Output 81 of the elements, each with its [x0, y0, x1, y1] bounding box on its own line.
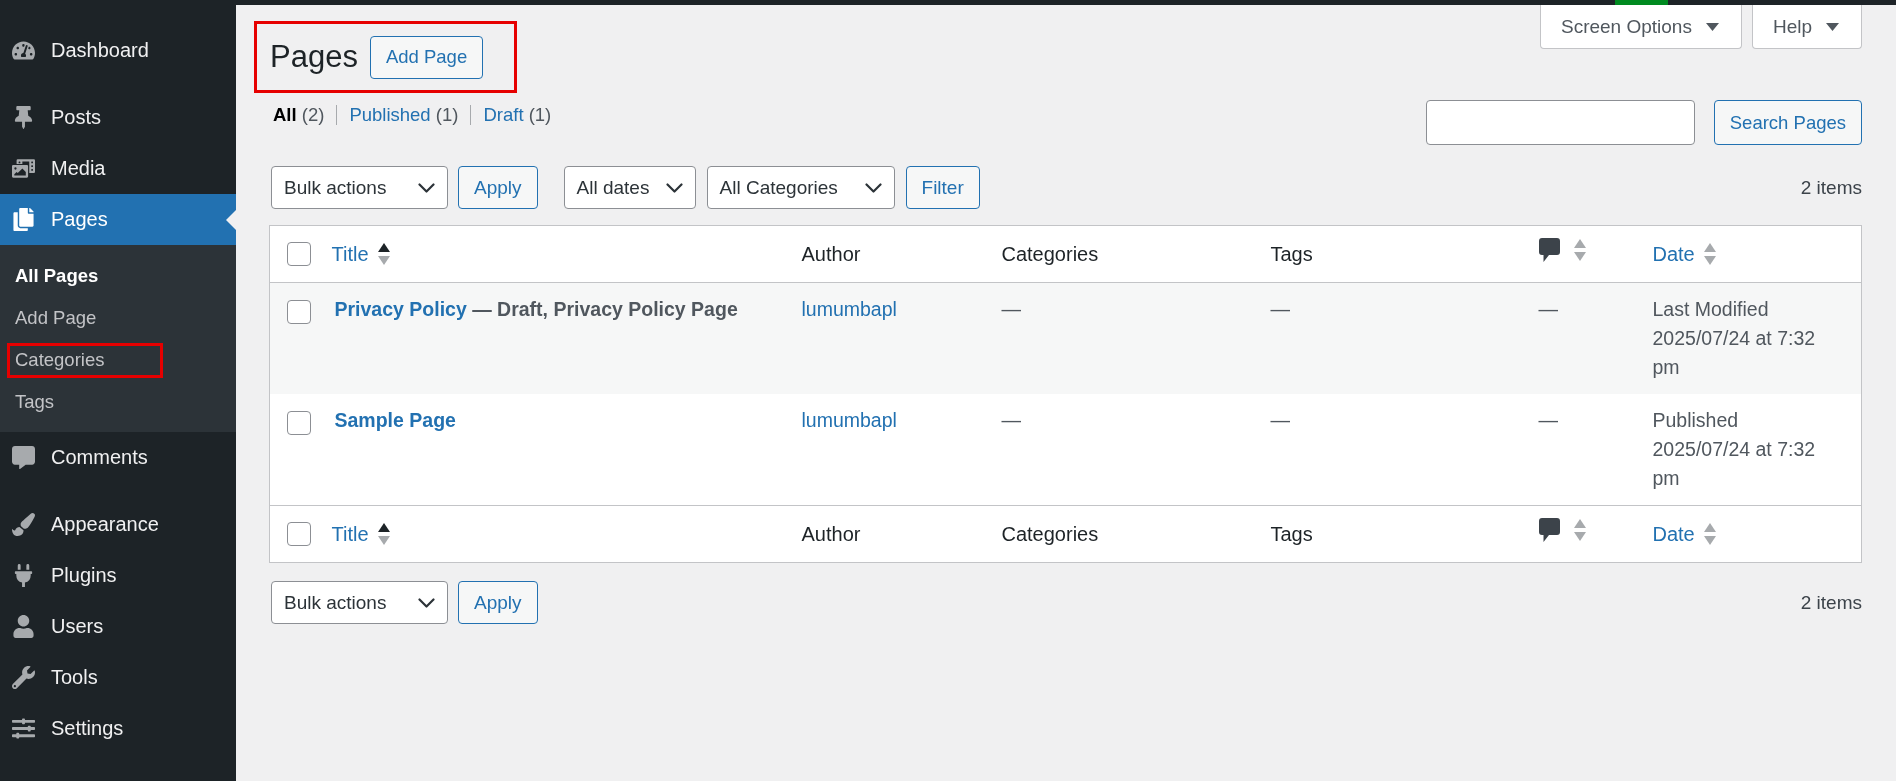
comments-value: —: [1538, 409, 1558, 431]
column-sort-link[interactable]: Title: [331, 239, 390, 269]
comments-sort-link[interactable]: [1538, 518, 1586, 542]
chevron-down-icon: [864, 182, 882, 193]
column-header: Author: [801, 242, 861, 265]
search-field[interactable]: [1425, 100, 1695, 145]
item-count: 2 items: [1800, 591, 1862, 614]
current-pointer-icon: [226, 209, 236, 230]
categories-value: —: [1001, 298, 1021, 320]
comments-value: —: [1538, 298, 1558, 320]
post-state-text: — Draft, Privacy Policy Page: [472, 298, 738, 320]
sidebar-menu-item[interactable]: Settings: [0, 703, 236, 754]
tags-value: —: [1270, 409, 1290, 431]
view-filter-link[interactable]: Draft (1): [483, 103, 552, 126]
page-title-link[interactable]: Sample Page: [334, 409, 456, 431]
checkbox[interactable]: [287, 300, 311, 324]
wrench-icon: [11, 666, 35, 689]
sidebar-menu-item[interactable]: Appearance: [0, 499, 236, 550]
search-button[interactable]: Search Pages: [1713, 100, 1862, 145]
column-sort-link[interactable]: Title: [331, 519, 390, 549]
submenu-link[interactable]: All Pages: [15, 265, 99, 287]
documents-icon: [11, 208, 35, 231]
submenu-link[interactable]: Categories: [15, 349, 105, 371]
page-title-link[interactable]: Privacy Policy: [334, 298, 467, 320]
date-text: 2025/07/24 at 7:32 pm: [1652, 437, 1817, 491]
author-link[interactable]: lumumbapl: [801, 409, 897, 431]
apply-button[interactable]: Apply: [458, 581, 538, 624]
tags-value: —: [1270, 298, 1290, 320]
gauge-icon: [11, 39, 35, 62]
speech-bubble-icon: [1538, 518, 1560, 542]
photo-film-icon: [11, 157, 35, 180]
sidebar-menu-item[interactable]: Pages: [0, 194, 236, 245]
column-header: Tags: [1270, 242, 1313, 265]
column-header: Categories: [1001, 242, 1099, 265]
screen-tab[interactable]: Screen Options: [1539, 5, 1742, 49]
admin-bar-indicator: [1615, 0, 1668, 5]
speech-bubble-icon: [1538, 238, 1560, 262]
sidebar-menu-item[interactable]: Users: [0, 601, 236, 652]
sidebar-menu-item[interactable]: Posts: [0, 92, 236, 143]
chevron-down-icon: [418, 182, 435, 193]
caret-icon: [1705, 22, 1719, 31]
apply-button[interactable]: Apply: [458, 166, 538, 209]
submenu-link[interactable]: Add Page: [15, 307, 97, 329]
column-header: Tags: [1270, 522, 1313, 545]
chevron-down-icon: [665, 182, 683, 193]
screen-tab[interactable]: Help: [1751, 5, 1862, 49]
date-status: Last Modified: [1652, 297, 1770, 322]
sidebar-menu-item[interactable]: Plugins: [0, 550, 236, 601]
column-sort-link[interactable]: Date: [1652, 239, 1716, 269]
column-sort-link[interactable]: Date: [1652, 519, 1716, 549]
item-count: 2 items: [1800, 176, 1862, 199]
speech-bubble-icon: [11, 446, 35, 469]
caret-icon: [1826, 22, 1839, 31]
comments-sort-link[interactable]: [1538, 238, 1586, 262]
paintbrush-icon: [11, 513, 35, 536]
bulk-actions-select[interactable]: Bulk actions: [271, 166, 448, 209]
column-header: Author: [801, 522, 861, 545]
categories-value: —: [1001, 409, 1021, 431]
submenu-link[interactable]: Tags: [15, 391, 55, 413]
filter-button[interactable]: Filter: [905, 166, 980, 209]
view-filter-link[interactable]: Published (1): [349, 103, 459, 126]
column-header: Categories: [1001, 522, 1099, 545]
user-icon: [11, 615, 35, 638]
bulk-actions-select[interactable]: Bulk actions: [271, 581, 448, 624]
sliders-icon: [11, 717, 35, 740]
chevron-down-icon: [418, 597, 435, 608]
checkbox[interactable]: [287, 522, 311, 546]
checkbox[interactable]: [287, 242, 311, 266]
filter-select[interactable]: All Categories: [706, 166, 895, 209]
date-status: Published: [1652, 408, 1740, 433]
page-title: Pages: [270, 38, 358, 76]
sidebar-menu-item[interactable]: Comments: [0, 432, 236, 483]
sidebar-menu-item[interactable]: Media: [0, 143, 236, 194]
add-page-button[interactable]: Add Page: [369, 35, 484, 79]
sidebar-menu-item[interactable]: Tools: [0, 652, 236, 703]
sidebar-menu-item[interactable]: Dashboard: [0, 25, 236, 76]
filter-select[interactable]: All dates: [563, 166, 696, 209]
author-link[interactable]: lumumbapl: [801, 298, 897, 320]
checkbox[interactable]: [287, 411, 311, 435]
date-text: 2025/07/24 at 7:32 pm: [1652, 326, 1817, 380]
view-filter-link[interactable]: All (2): [273, 103, 325, 126]
